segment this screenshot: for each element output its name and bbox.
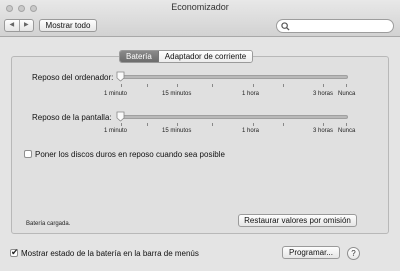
- tick-label: 15 minutos: [162, 91, 192, 97]
- tick-label: 15 minutos: [162, 128, 192, 134]
- tick-label: 1 hora: [242, 91, 260, 97]
- settings-panel: [11, 56, 389, 234]
- title-bar: Economizador ◀ ▶ Mostrar todo: [0, 0, 400, 37]
- forward-icon[interactable]: ▶: [20, 20, 34, 31]
- search-icon: [281, 22, 290, 31]
- disk-sleep-label: Poner los discos duros en reposo cuando …: [35, 150, 225, 159]
- show-battery-status-checkbox[interactable]: [10, 247, 19, 258]
- search-input[interactable]: [276, 19, 394, 33]
- battery-status-text: Batería cargada.: [26, 221, 71, 227]
- tab-power-adapter[interactable]: Adaptador de corriente: [158, 51, 253, 62]
- tick-label: Nunca: [338, 91, 356, 97]
- tab-battery[interactable]: Batería: [120, 51, 159, 62]
- computer-sleep-label: Reposo del ordenador:: [32, 73, 114, 82]
- slider-track[interactable]: [117, 115, 348, 119]
- show-all-button[interactable]: Mostrar todo: [39, 19, 97, 32]
- tab-bar: Batería Adaptador de corriente: [119, 50, 254, 63]
- show-battery-status-label: Mostrar estado de la batería en la barra…: [21, 249, 199, 258]
- tick-label: 1 minuto: [104, 128, 128, 134]
- back-icon[interactable]: ◀: [5, 20, 20, 31]
- slider-thumb[interactable]: [116, 71, 125, 82]
- restore-defaults-button[interactable]: Restaurar valores por omisión: [238, 214, 357, 227]
- window-title: Economizador: [171, 2, 229, 12]
- schedule-button[interactable]: Programar...: [282, 246, 340, 259]
- tick-label: 3 horas: [313, 91, 334, 97]
- display-sleep-label: Reposo de la pantalla:: [32, 113, 112, 122]
- help-icon[interactable]: ?: [347, 247, 360, 260]
- tick-label: 1 minuto: [104, 91, 128, 97]
- tick-label: 1 hora: [242, 128, 260, 134]
- tick-label: 3 horas: [313, 128, 334, 134]
- slider-thumb[interactable]: [116, 111, 125, 122]
- back-forward-control[interactable]: ◀ ▶: [4, 19, 34, 32]
- slider-track[interactable]: [117, 75, 348, 79]
- disk-sleep-checkbox[interactable]: [24, 150, 32, 158]
- tick-label: Nunca: [338, 128, 356, 134]
